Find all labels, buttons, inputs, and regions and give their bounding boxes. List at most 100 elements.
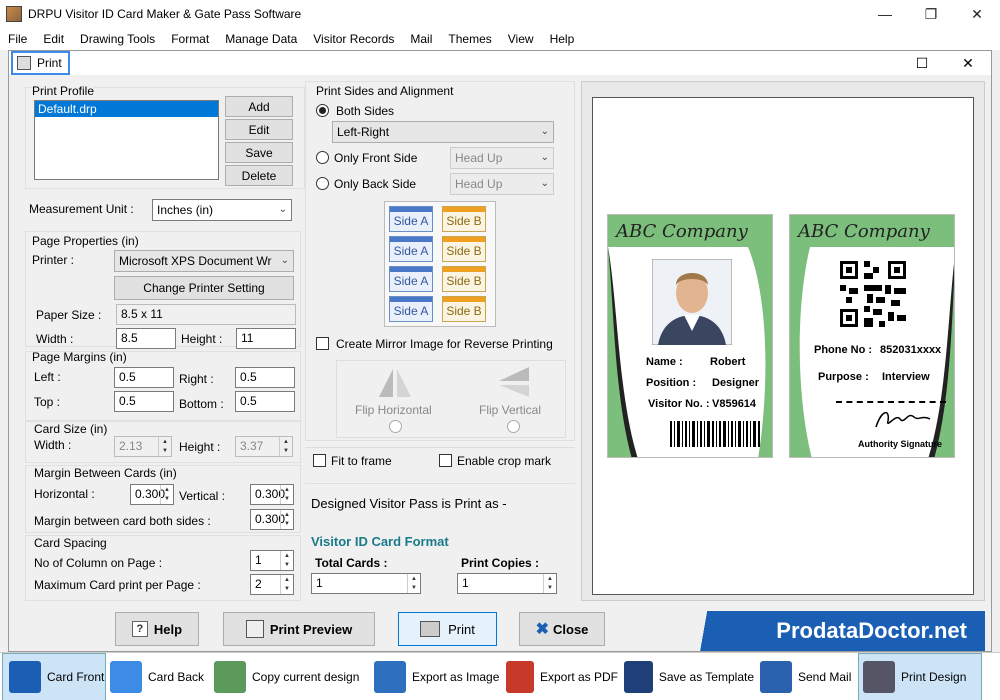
export-image-icon [374, 661, 406, 693]
toolbar-card-back[interactable]: Card Back [110, 653, 210, 700]
toolbar-export-image[interactable]: Export as Image [374, 653, 500, 700]
max-cards-spinner[interactable]: 2 ▲ ▼ [250, 574, 294, 595]
paper-size-field[interactable]: 8.5 x 11 [116, 304, 296, 325]
profile-item[interactable]: Default.drp [35, 101, 218, 117]
print-copies-spinner[interactable]: 1 ▲ ▼ [457, 573, 557, 594]
back-side-radio[interactable] [316, 177, 329, 190]
print-profile-label: Print Profile [32, 84, 95, 98]
top-margin-input[interactable]: 0.5 [114, 391, 174, 412]
right-margin-input[interactable]: 0.5 [235, 367, 295, 388]
paper-width-input[interactable]: 8.5 [116, 328, 176, 349]
horizontal-spinner[interactable]: 0.300 ▲ ▼ [130, 484, 174, 505]
save-button[interactable]: Save [225, 142, 293, 163]
dialog-close-icon[interactable]: ✕ [945, 51, 991, 75]
barcode [670, 421, 760, 447]
toolbar-send-mail[interactable]: Send Mail [760, 653, 854, 700]
signature-caption: Authority Signature [858, 439, 943, 449]
help-label: Help [153, 621, 183, 637]
card-size-label: Card Size (in) [34, 422, 108, 436]
both-sides-radio[interactable] [316, 104, 329, 117]
crop-mark-checkbox[interactable] [439, 454, 452, 467]
close-icon[interactable]: ✕ [954, 0, 1000, 28]
change-printer-button[interactable]: Change Printer Setting [114, 276, 294, 300]
export-pdf-icon [506, 661, 534, 693]
card-size-group: Card Size (in) Width : 2.13 ▲ ▼ Height : … [25, 421, 301, 463]
toolbar-export-pdf[interactable]: Export as PDF [506, 653, 618, 700]
edit-button[interactable]: Edit [225, 119, 293, 140]
maximize-icon[interactable]: ❐ [908, 0, 954, 28]
print-button[interactable]: Print [398, 612, 497, 646]
flip-horizontal-label: Flip Horizontal [355, 403, 432, 417]
toolbar-print-design[interactable]: Print Design [858, 653, 982, 700]
crop-mark-label: Enable crop mark [457, 454, 552, 468]
menu-view[interactable]: View [500, 32, 542, 46]
menu-manage-data[interactable]: Manage Data [217, 32, 305, 46]
page-margins-group: Page Margins (in) Left : 0.5 Right : 0.5… [25, 350, 301, 421]
fit-to-frame-label: Fit to frame [331, 454, 392, 468]
mirror-image-checkbox[interactable] [316, 337, 329, 350]
spinner-arrows-icon[interactable]: ▲ ▼ [279, 437, 292, 456]
menu-edit[interactable]: Edit [35, 32, 72, 46]
card-height-input[interactable]: 3.37 ▲ ▼ [235, 436, 293, 457]
bottom-margin-input[interactable]: 0.5 [235, 391, 295, 412]
front-side-value: Head Up [455, 151, 503, 165]
print-preview-button[interactable]: Print Preview [223, 612, 375, 646]
designed-as-text: Designed Visitor Pass is Print as - [311, 496, 507, 511]
dialog-title: Print [37, 56, 62, 70]
spinner-arrows-icon[interactable]: ▲ ▼ [280, 551, 293, 570]
toolbar-card-front[interactable]: Card Front [2, 653, 106, 700]
measurement-select[interactable]: Inches (in) ⌄ [152, 199, 292, 221]
spinner-arrows-icon[interactable]: ▲ ▼ [407, 574, 420, 593]
minimize-icon[interactable]: — [862, 0, 908, 28]
print-copies-value: 1 [462, 576, 469, 590]
both-sides-select[interactable]: Left-Right ⌄ [332, 121, 554, 143]
spinner-arrows-icon[interactable]: ▲ ▼ [160, 485, 173, 504]
fit-to-frame-checkbox[interactable] [313, 454, 326, 467]
both-sides-spinner[interactable]: 0.300 ▲ ▼ [250, 509, 294, 530]
menu-mail[interactable]: Mail [402, 32, 440, 46]
menu-file[interactable]: File [0, 32, 35, 46]
front-side-select[interactable]: Head Up ⌄ [450, 147, 554, 169]
columns-spinner[interactable]: 1 ▲ ▼ [250, 550, 294, 571]
toolbar-copy-design[interactable]: Copy current design [214, 653, 364, 700]
toolbar-save-template[interactable]: Save as Template [624, 653, 754, 700]
spinner-arrows-icon[interactable]: ▲ ▼ [543, 574, 556, 593]
card-width-input[interactable]: 2.13 ▲ ▼ [114, 436, 172, 457]
menu-help[interactable]: Help [542, 32, 583, 46]
profile-list[interactable]: Default.drp [34, 100, 219, 180]
print-design-label: Print Design [901, 670, 967, 684]
spinner-arrows-icon[interactable]: ▲ ▼ [158, 437, 171, 456]
visitor-no-label: Visitor No. : [648, 398, 710, 410]
front-side-radio[interactable] [316, 151, 329, 164]
spinner-arrows-icon[interactable]: ▲ ▼ [280, 485, 293, 504]
printer-select[interactable]: Microsoft XPS Document Wr ⌄ [114, 250, 294, 272]
delete-button[interactable]: Delete [225, 165, 293, 186]
menu-drawing-tools[interactable]: Drawing Tools [72, 32, 163, 46]
print-sides-group: Print Sides and Alignment Both Sides Lef… [305, 81, 575, 441]
menu-format[interactable]: Format [163, 32, 217, 46]
menu-visitor-records[interactable]: Visitor Records [305, 32, 402, 46]
print-dialog: Print ☐ ✕ Print Profile Default.drp Add … [8, 50, 992, 652]
left-margin-input[interactable]: 0.5 [114, 367, 174, 388]
spinner-arrows-icon[interactable]: ▲ ▼ [280, 510, 293, 529]
paper-height-input[interactable]: 11 [236, 328, 296, 349]
dialog-maximize-icon[interactable]: ☐ [899, 51, 945, 75]
close-button[interactable]: ✖ Close [519, 612, 605, 646]
spinner-arrows-icon[interactable]: ▲ ▼ [280, 575, 293, 594]
page-properties-group: Page Properties (in) Printer : Microsoft… [25, 231, 301, 349]
total-cards-spinner[interactable]: 1 ▲ ▼ [311, 573, 421, 594]
front-side-label: Only Front Side [334, 151, 418, 165]
flip-horizontal-radio[interactable] [389, 420, 402, 433]
menu-themes[interactable]: Themes [440, 32, 499, 46]
back-side-select[interactable]: Head Up ⌄ [450, 173, 554, 195]
right-margin-label: Right : [179, 372, 214, 386]
flip-vertical-radio[interactable] [507, 420, 520, 433]
printer-label: Printer : [32, 253, 75, 267]
help-button[interactable]: ? Help [115, 612, 199, 646]
side-b-tile: Side B [442, 236, 486, 262]
vertical-spinner[interactable]: 0.300 ▲ ▼ [250, 484, 294, 505]
add-button[interactable]: Add [225, 96, 293, 117]
page-margins-label: Page Margins (in) [32, 350, 127, 364]
format-title: Visitor ID Card Format [311, 534, 449, 549]
side-a-tile: Side A [389, 266, 433, 292]
